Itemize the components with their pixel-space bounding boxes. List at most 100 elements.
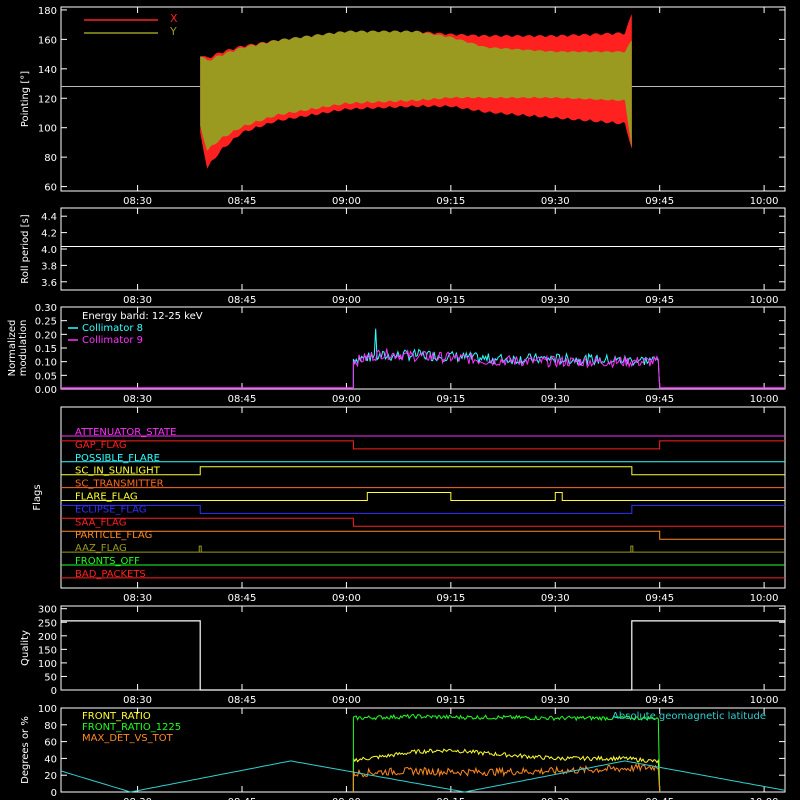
front-ytick-label: 0	[51, 788, 57, 799]
roll-xtick-label: 09:15	[436, 295, 465, 306]
modulation-legend-label: Collimator 8	[82, 323, 143, 334]
pointing-ytick-label: 120	[38, 94, 57, 105]
roll-xtick-label: 09:45	[645, 295, 674, 306]
roll-ytick-label: 4.2	[41, 229, 57, 240]
flag-line-eclipse-flag	[61, 504, 785, 514]
roll-xtick-label: 09:30	[541, 295, 570, 306]
quality-xtick-label: 08:30	[123, 695, 152, 706]
pointing-ytick-label: 180	[38, 6, 57, 17]
modulation-legend-label: Collimator 9	[82, 335, 143, 346]
quality-ylabel: Quality	[20, 630, 31, 666]
flag-label: AAZ_FLAG	[75, 543, 127, 554]
roll-frame	[60, 207, 786, 291]
quality-ytick-label: 250	[38, 618, 57, 629]
pointing-ytick-label: 100	[38, 124, 57, 135]
roll-ytick-label: 4.0	[41, 245, 57, 256]
modulation-xtick-label: 09:45	[645, 394, 674, 405]
modulation-xtick-label: 10:00	[750, 394, 779, 405]
quality-ytick-label: 100	[38, 659, 57, 670]
pointing-xtick-label: 09:30	[541, 196, 570, 207]
pointing-ytick-label: 160	[38, 35, 57, 46]
pointing-xtick-label: 09:00	[332, 196, 361, 207]
roll-xtick-label: 09:00	[332, 295, 361, 306]
quality-ytick-label: 300	[38, 605, 57, 616]
quality-frame	[60, 605, 786, 691]
modulation-xtick-label: 09:15	[436, 394, 465, 405]
pointing-ytick-label: 60	[44, 183, 57, 194]
modulation-ytick-label: 0.30	[35, 303, 57, 314]
modulation-ytick-label: 0.05	[35, 371, 57, 382]
modulation-xtick-label: 08:30	[123, 394, 152, 405]
quality-ytick-label: 0	[51, 686, 57, 697]
modulation-ytick-label: 0.25	[35, 317, 57, 328]
roll-ytick-label: 3.8	[41, 261, 57, 272]
front-ytick-label: 100	[38, 704, 57, 715]
modulation-ylabel-2: modulation	[18, 320, 29, 377]
flags-xtick-label: 09:00	[332, 593, 361, 604]
modulation-ytick-label: 0.00	[35, 385, 57, 396]
flags-xtick-label: 10:00	[750, 593, 779, 604]
modulation-ytick-label: 0.15	[35, 344, 57, 355]
quality-ytick-label: 50	[44, 672, 57, 683]
front-right-label: Absolute geomagnetic latitude	[612, 711, 766, 722]
flags-xtick-label: 08:45	[228, 593, 257, 604]
flag-line-particle-flag	[61, 530, 785, 540]
front-series-geomagnetic-latitude	[60, 760, 786, 793]
flag-label: POSSIBLE_FLARE	[75, 453, 160, 464]
quality-xtick-label: 10:00	[750, 695, 779, 706]
flags-xtick-label: 08:30	[123, 593, 152, 604]
flag-spike	[630, 545, 634, 553]
flag-label: FLARE_FLAG	[75, 492, 138, 503]
roll-xtick-label: 10:00	[750, 295, 779, 306]
roll-ylabel: Roll period [s]	[20, 214, 31, 283]
front-legend-label: MAX_DET_VS_TOT	[82, 733, 174, 744]
flags-xtick-label: 09:15	[436, 593, 465, 604]
front-series-max-det-vs-tot	[352, 762, 661, 793]
front-legend-label: FRONT_RATIO_1225	[82, 722, 181, 733]
roll-xtick-label: 08:30	[123, 295, 152, 306]
flags-xtick-label: 09:45	[645, 593, 674, 604]
quality-xtick-label: 08:45	[228, 695, 257, 706]
modulation-xtick-label: 09:30	[541, 394, 570, 405]
quicklook-plot: 08:30 08:45 09:00 09:15 09:30 09:45 10:00 60 80 1…	[0, 0, 800, 800]
pointing-ylabel: Pointing [°]	[20, 71, 31, 127]
flag-label: GAP_FLAG	[75, 440, 127, 451]
flag-label: ECLIPSE_FLAG	[75, 504, 146, 515]
front-ylabel: Degrees or %	[20, 716, 31, 784]
roll-xtick-label: 08:45	[228, 295, 257, 306]
front-series-front-ratio	[352, 748, 661, 793]
modulation-ytick-label: 0.20	[35, 330, 57, 341]
pointing-xtick-label: 09:15	[436, 196, 465, 207]
roll-ytick-label: 4.4	[41, 212, 57, 223]
flag-label: PARTICLE_FLAG	[75, 530, 152, 541]
quicklook-chart-svg: 08:30 08:45 09:00 09:15 09:30 09:45 10:00 60 80 1…	[7, 6, 786, 800]
pointing-xtick-label: 09:45	[645, 196, 674, 207]
pointing-ytick-label: 140	[38, 65, 57, 76]
quality-xtick-label: 09:15	[436, 695, 465, 706]
flag-label: SAA_FLAG	[75, 517, 126, 528]
flag-label: FRONTS_OFF	[75, 556, 140, 567]
front-ytick-label: 40	[44, 754, 57, 765]
pointing-xtick-label: 10:00	[750, 196, 779, 207]
quality-xtick-label: 09:00	[332, 695, 361, 706]
front-legend-label: FRONT_RATIO	[82, 711, 151, 722]
pointing-xtick-label: 08:30	[123, 196, 152, 207]
quality-ytick-label: 200	[38, 632, 57, 643]
pointing-legend-label: X	[170, 12, 178, 25]
flag-line-flare-flag	[61, 492, 785, 501]
modulation-ylabel-1: Normalized	[7, 320, 18, 377]
flag-label: BAD_PACKETS	[75, 569, 146, 580]
pointing-legend-label: Y	[169, 25, 177, 38]
flag-spike	[198, 545, 202, 553]
front-ytick-label: 80	[44, 721, 57, 732]
pointing-ytick-label: 80	[44, 153, 57, 164]
flag-line-sc-in-sunlight	[61, 466, 785, 476]
quality-xtick-label: 09:30	[541, 695, 570, 706]
modulation-legend-label: Energy band: 12-25 keV	[82, 311, 203, 322]
front-ytick-label: 60	[44, 738, 57, 749]
flag-label: ATTENUATOR_STATE	[75, 427, 176, 438]
flag-line-gap-flag	[61, 440, 785, 450]
front-ytick-label: 20	[44, 771, 57, 782]
modulation-ytick-label: 0.10	[35, 358, 57, 369]
flag-label: SC_TRANSMITTER	[75, 479, 164, 490]
